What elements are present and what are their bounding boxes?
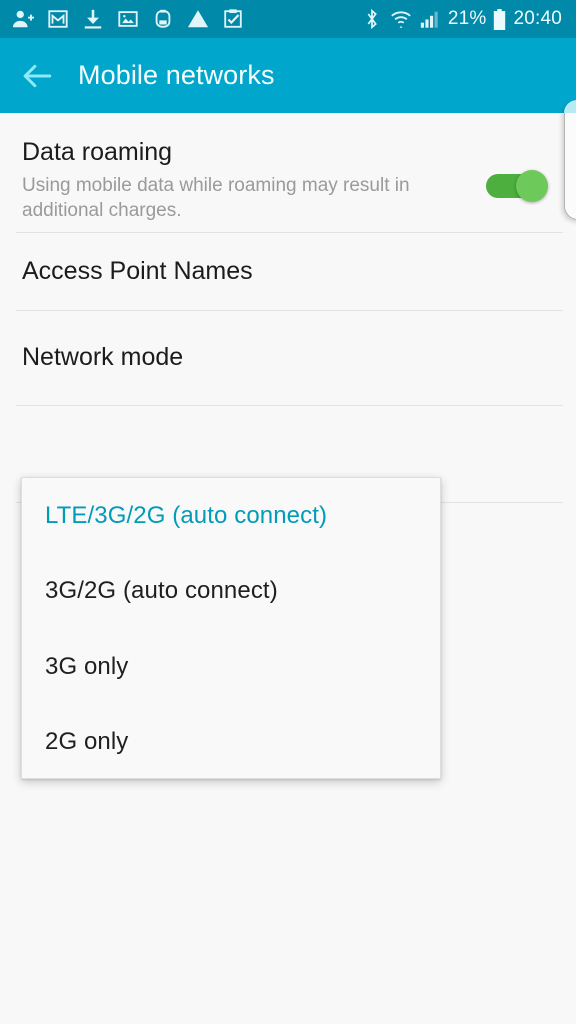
image-icon [117, 8, 139, 30]
status-bar[interactable]: 21% 20:40 [0, 0, 576, 38]
battery-icon [493, 8, 506, 30]
action-bar: Mobile networks [0, 38, 576, 113]
dropdown-option-3g-only[interactable]: 3G only [22, 629, 440, 705]
dropdown-option-label: LTE/3G/2G (auto connect) [45, 501, 328, 529]
access-point-names-label: Access Point Names [22, 256, 253, 285]
dropdown-option-label: 2G only [45, 728, 129, 756]
status-bar-system-icons: 21% 20:40 [361, 8, 562, 30]
edge-panel-handle[interactable] [564, 100, 576, 220]
clock-label: 20:40 [513, 8, 562, 29]
warning-icon [187, 8, 209, 30]
page-title: Mobile networks [78, 60, 275, 90]
data-roaming-toggle[interactable] [486, 170, 548, 202]
dropdown-option-label: 3G/2G (auto connect) [45, 577, 278, 605]
dropdown-option-2g-only[interactable]: 2G only [22, 705, 440, 781]
battery-percent-label: 21% [447, 8, 487, 29]
dropdown-option-lte-3g-2g[interactable]: LTE/3G/2G (auto connect) [22, 478, 440, 554]
app-icon [152, 8, 174, 30]
gmail-icon [47, 8, 69, 30]
signal-icon [419, 8, 441, 30]
setting-row-network-mode[interactable]: Network mode [0, 310, 576, 405]
setting-row-access-point-names[interactable]: Access Point Names [0, 232, 576, 310]
clipboard-check-icon [222, 8, 244, 30]
dropdown-option-3g-2g[interactable]: 3G/2G (auto connect) [22, 554, 440, 630]
contact-add-icon [12, 8, 34, 30]
download-icon [82, 8, 104, 30]
settings-list: Data roaming Using mobile data while roa… [0, 113, 576, 1024]
data-roaming-title: Data roaming [22, 138, 173, 166]
network-mode-label: Network mode [22, 343, 184, 371]
divider [16, 405, 563, 406]
setting-row-data-roaming[interactable]: Data roaming Using mobile data while roa… [0, 113, 576, 232]
dropdown-option-label: 3G only [45, 652, 129, 680]
data-roaming-summary: Using mobile data while roaming may resu… [22, 175, 410, 221]
back-arrow-icon[interactable] [20, 59, 54, 93]
status-bar-notification-icons [12, 8, 361, 30]
wifi-icon [390, 8, 412, 30]
network-mode-dropdown[interactable]: LTE/3G/2G (auto connect) 3G/2G (auto con… [21, 477, 441, 779]
bluetooth-icon [361, 8, 383, 30]
toggle-thumb [516, 170, 548, 202]
